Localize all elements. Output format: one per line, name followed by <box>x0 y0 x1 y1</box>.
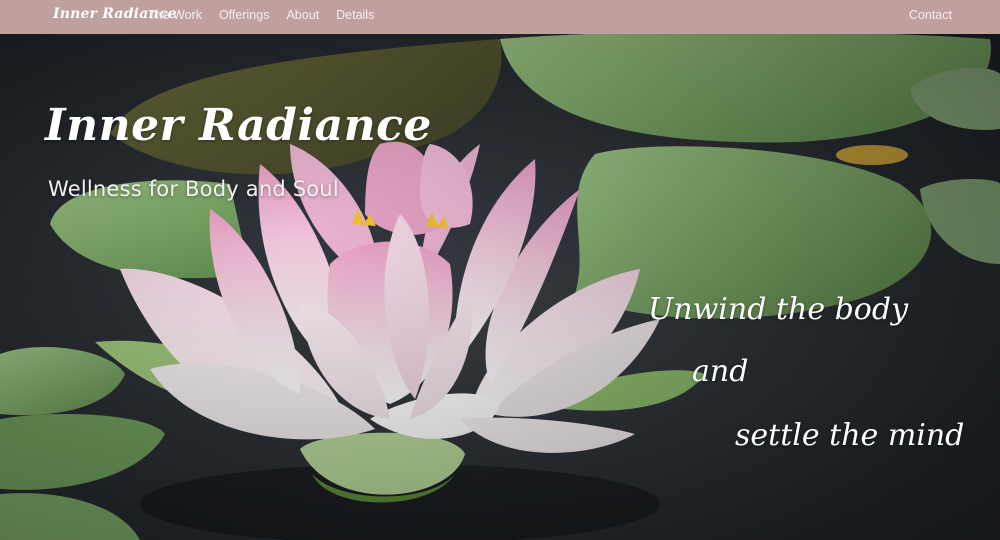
top-navbar: Inner Radiance The Work Offerings About … <box>0 0 1000 34</box>
hero-title: Inner Radiance <box>45 100 432 151</box>
tagline-line-1: Unwind the body <box>648 292 909 327</box>
hero-subtitle: Wellness for Body and Soul <box>48 177 339 201</box>
nav-link-offerings[interactable]: Offerings <box>219 8 270 22</box>
nav-link-contact[interactable]: Contact <box>909 8 952 22</box>
nav-links: The Work Offerings About Details <box>148 8 374 22</box>
nav-link-about[interactable]: About <box>286 8 319 22</box>
tagline-line-2: and <box>692 354 749 389</box>
tagline-line-3: settle the mind <box>735 418 965 453</box>
hero-section: Inner Radiance Wellness for Body and Sou… <box>0 34 1000 540</box>
nav-link-details[interactable]: Details <box>336 8 374 22</box>
nav-link-the-work[interactable]: The Work <box>148 8 202 22</box>
